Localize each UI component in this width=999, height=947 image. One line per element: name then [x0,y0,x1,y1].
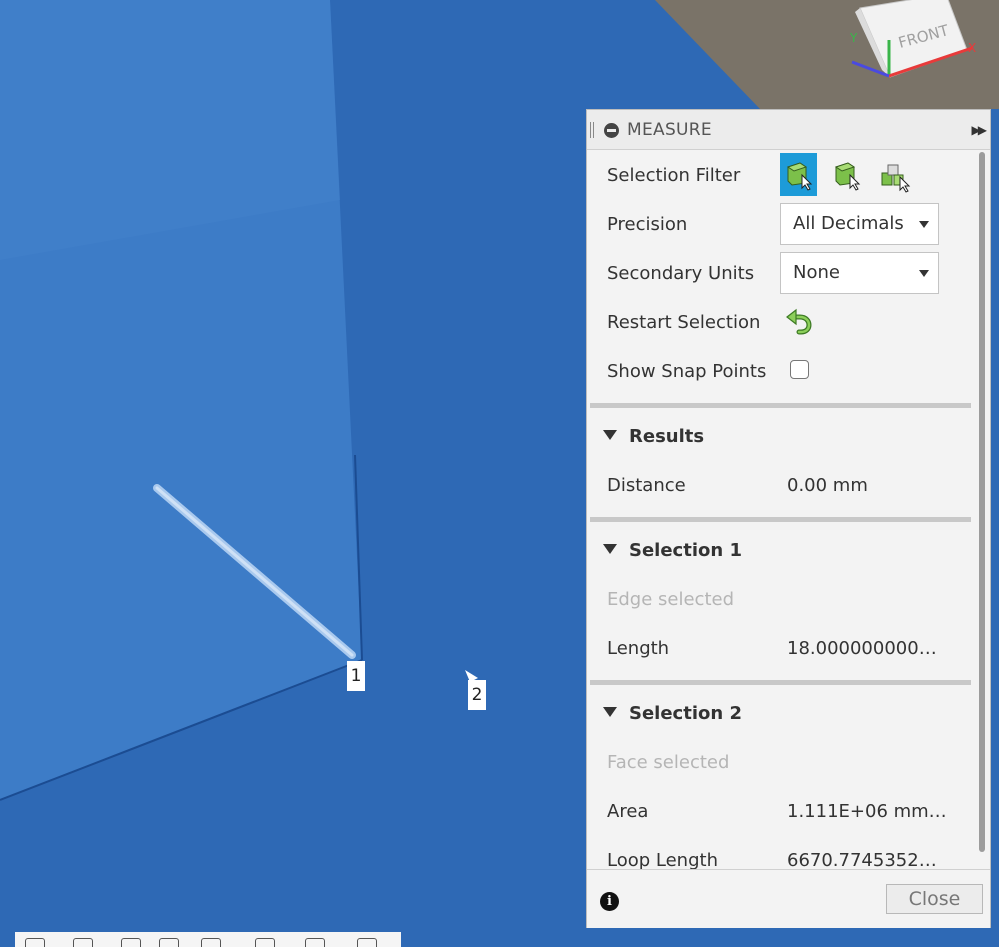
measure-panel: MEASURE ▶▶ Selection Filter Precision Al… [586,109,991,928]
precision-dropdown[interactable]: All Decimals [780,203,939,245]
distance-label: Distance [607,475,686,496]
section-divider [590,403,971,408]
navigation-toolbar [15,932,401,947]
svg-text:Y: Y [849,31,858,45]
svg-text:X: X [968,41,976,55]
zoom-icon[interactable] [159,938,179,947]
secondary-units-value: None [793,262,840,283]
loop-length-label: Loop Length [607,850,718,871]
results-header[interactable]: Results [603,426,704,447]
grid-icon[interactable] [305,938,325,947]
fit-icon[interactable] [201,938,221,947]
length-label: Length [607,638,670,659]
distance-value: 0.00 mm [787,475,868,496]
panel-scrollbar[interactable] [977,150,989,870]
filter-body-button[interactable] [780,153,817,196]
show-snap-points-checkbox[interactable] [790,360,809,379]
filter-component-button[interactable] [876,153,913,196]
collapse-icon[interactable] [604,123,619,138]
secondary-units-label: Secondary Units [607,263,755,284]
panel-title: MEASURE [627,120,712,140]
restart-selection-button[interactable] [785,308,813,336]
length-value: 18.000000000… [787,638,937,659]
orbit-icon[interactable] [25,938,45,947]
info-icon[interactable]: i [600,892,619,911]
undo-arrow-icon [786,308,812,335]
selection1-header[interactable]: Selection 1 [603,540,742,561]
precision-value: All Decimals [793,213,904,234]
look-at-icon[interactable] [73,938,93,947]
triangle-down-icon [603,544,617,554]
area-label: Area [607,801,649,822]
selection1-status: Edge selected [607,589,735,610]
precision-label: Precision [607,214,688,235]
triangle-down-icon [603,707,617,717]
selection2-status: Face selected [607,752,730,773]
pan-icon[interactable] [121,938,141,947]
chevron-down-icon [919,221,929,228]
point-marker-2[interactable]: 2 [468,680,486,710]
filter-face-button[interactable] [828,153,865,196]
drag-handle-icon[interactable] [590,122,594,138]
display-settings-icon[interactable] [255,938,275,947]
loop-length-value: 6670.7745352… [787,850,937,871]
panel-titlebar[interactable]: MEASURE ▶▶ [587,110,990,150]
expand-icon[interactable]: ▶▶ [972,123,988,137]
selection-filter-label: Selection Filter [607,165,741,186]
chevron-down-icon [919,270,929,277]
section-divider [590,680,971,685]
viewports-icon[interactable] [357,938,377,947]
triangle-down-icon [603,430,617,440]
section-divider [590,517,971,522]
secondary-units-dropdown[interactable]: None [780,252,939,294]
restart-selection-label: Restart Selection [607,312,761,333]
show-snap-points-label: Show Snap Points [607,361,767,382]
point-marker-1[interactable]: 1 [347,661,365,691]
close-button[interactable]: Close [886,884,983,914]
scrollbar-thumb[interactable] [979,152,985,852]
area-value: 1.111E+06 mm… [787,801,947,822]
panel-footer: i Close [587,869,990,928]
selection2-header[interactable]: Selection 2 [603,703,742,724]
